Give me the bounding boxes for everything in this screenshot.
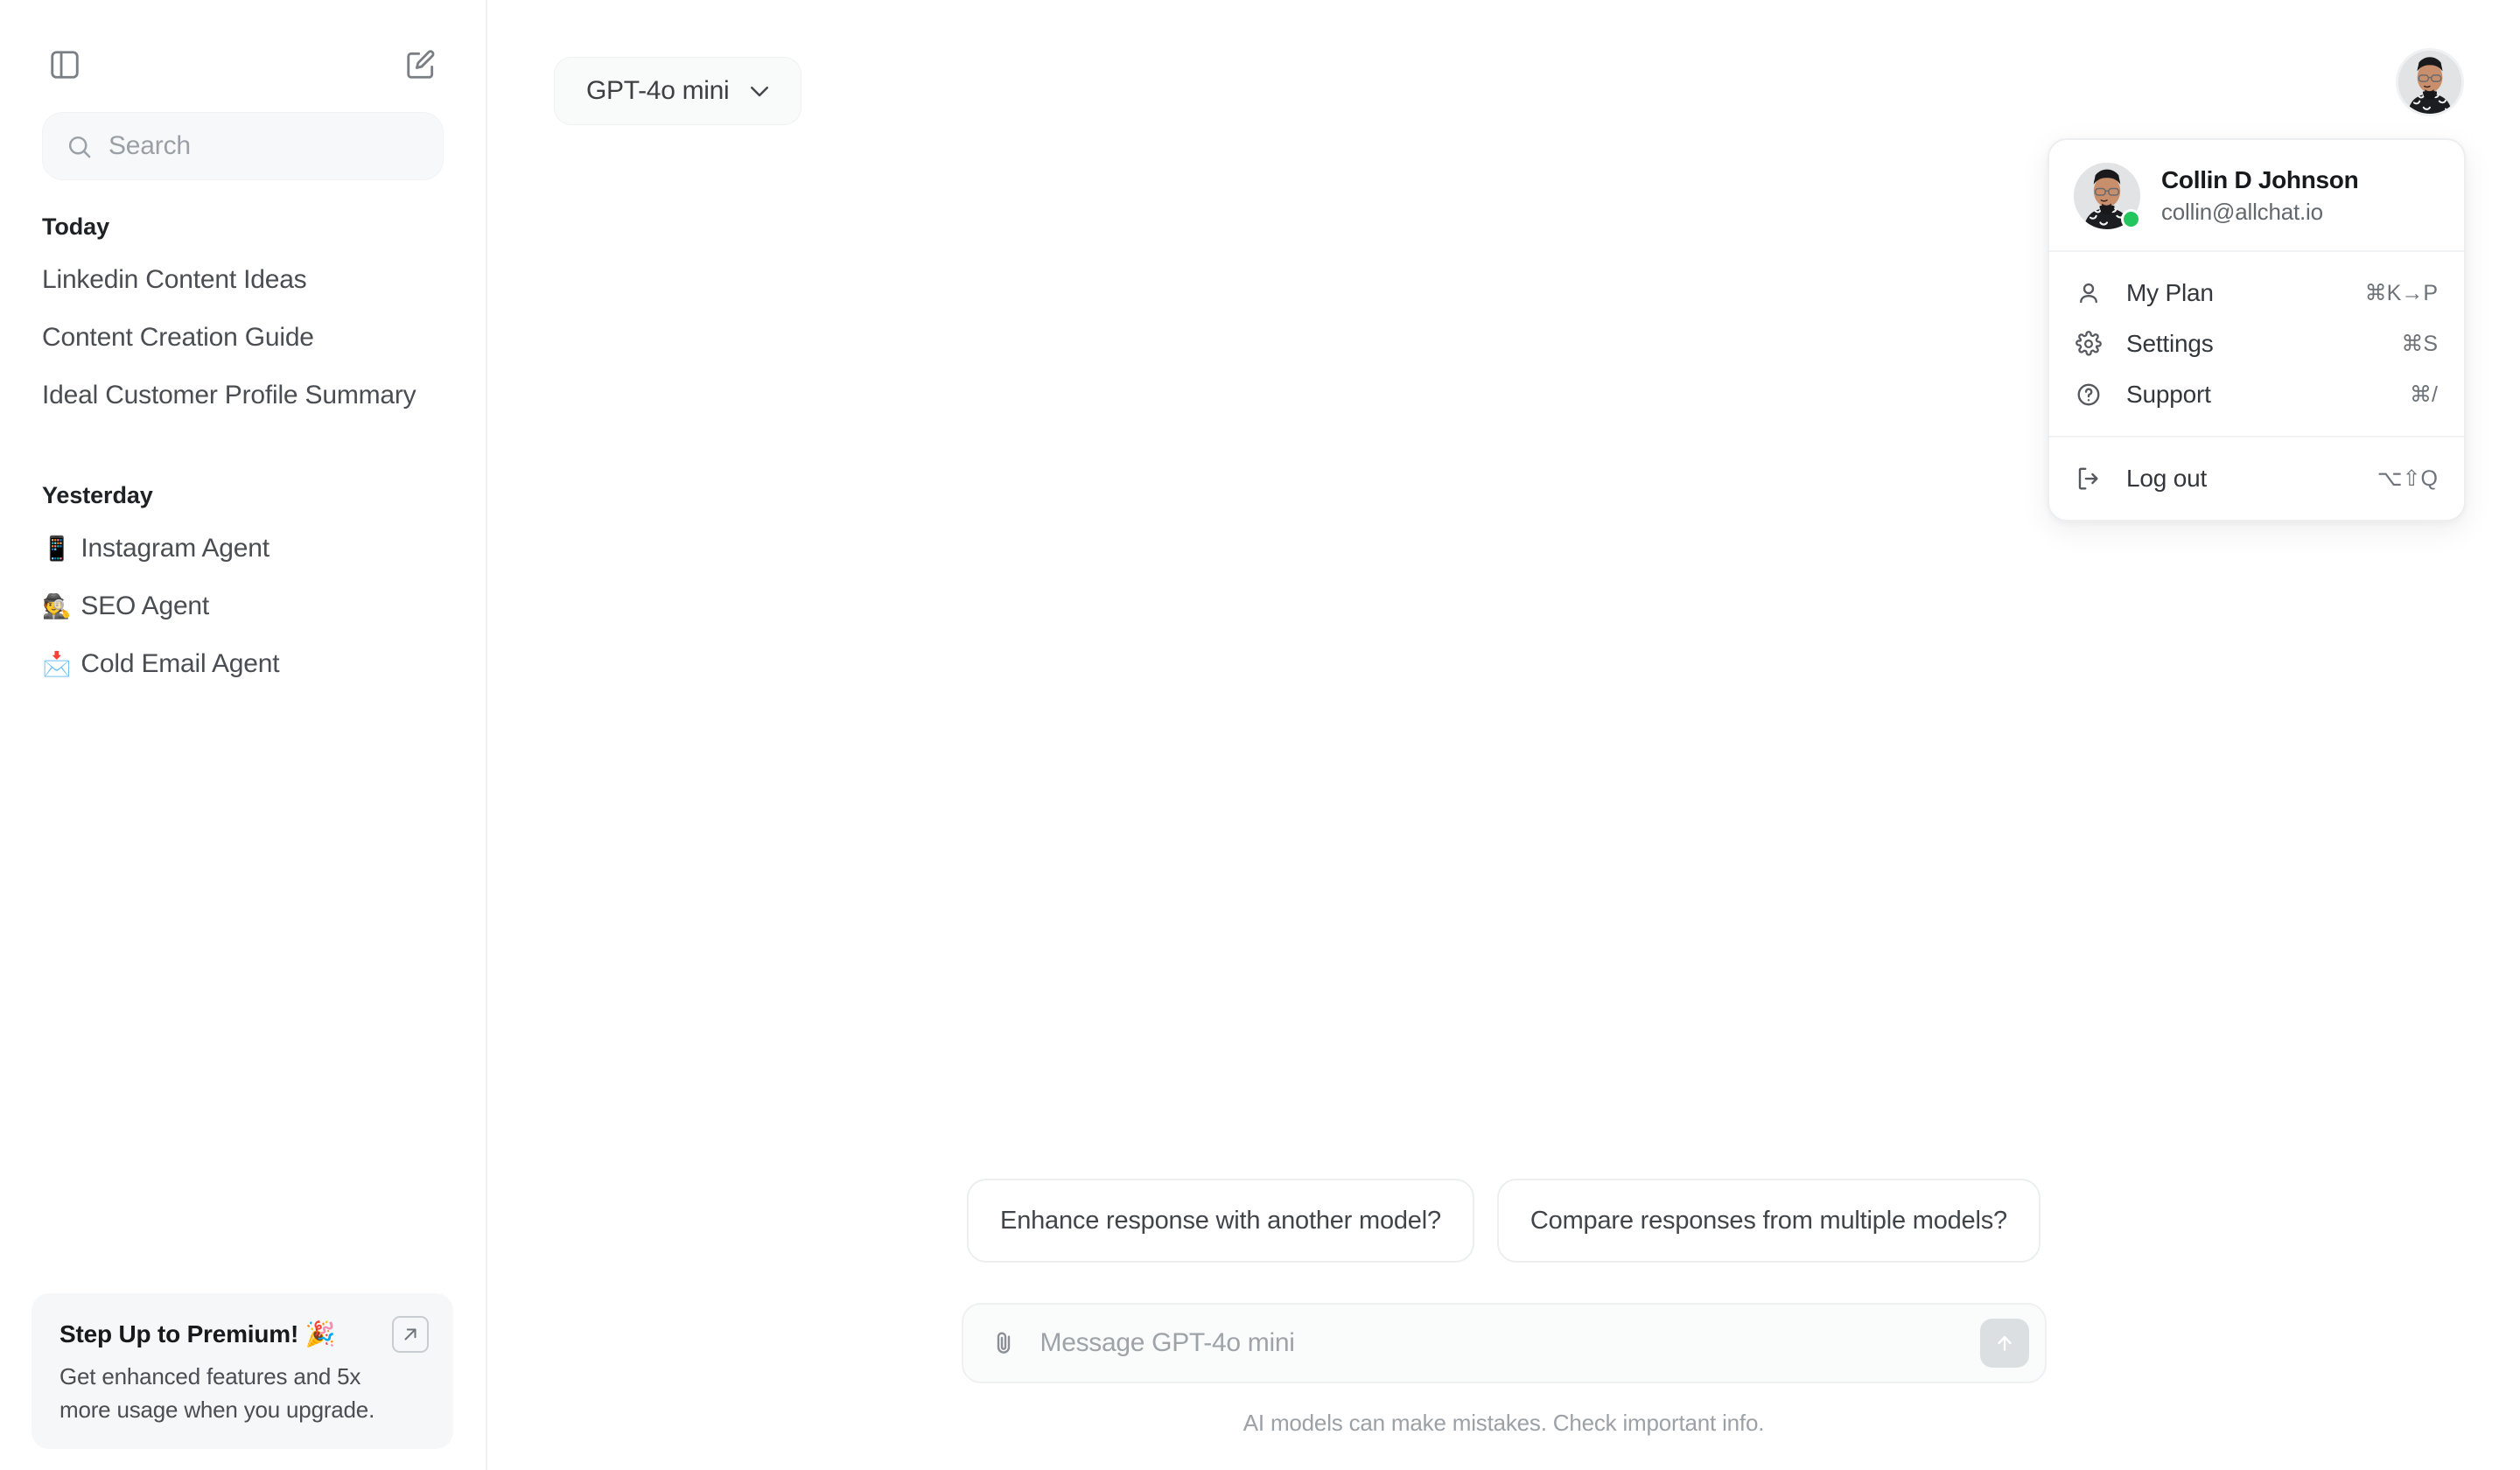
- user-icon: [2076, 280, 2110, 306]
- envelope-emoji-icon: 📩: [42, 650, 72, 677]
- app-root: Today Linkedin Content Ideas Content Cre…: [0, 0, 2520, 1470]
- conversation-title: Linkedin Content Ideas: [42, 265, 307, 294]
- status-badge-online: [2121, 209, 2141, 229]
- menu-item-log-out[interactable]: Log out ⌥⇧Q: [2049, 453, 2464, 504]
- menu-item-shortcut: ⌘K→P: [2364, 281, 2438, 305]
- upgrade-promo-card[interactable]: Step Up to Premium! 🎉 Get enhanced featu…: [32, 1293, 453, 1449]
- list-item[interactable]: 🕵️ SEO Agent: [0, 578, 486, 635]
- detective-emoji-icon: 🕵️: [42, 592, 72, 620]
- model-selector-label: GPT-4o mini: [586, 76, 730, 105]
- message-composer[interactable]: [961, 1303, 2047, 1383]
- suggestion-chip-compare[interactable]: Compare responses from multiple models?: [1496, 1179, 2040, 1263]
- menu-item-shortcut: ⌘/: [2410, 382, 2438, 407]
- list-item[interactable]: 📩 Cold Email Agent: [0, 635, 486, 693]
- question-circle-icon: [2076, 382, 2110, 408]
- promo-subtitle: Get enhanced features and 5x more usage …: [60, 1363, 375, 1423]
- edit-square-icon[interactable]: [398, 42, 444, 88]
- menu-item-label: Log out: [2126, 465, 2208, 492]
- user-menu-section-logout: Log out ⌥⇧Q: [2049, 436, 2464, 520]
- user-email: collin@allchat.io: [2161, 198, 2323, 225]
- paperclip-icon[interactable]: [990, 1329, 1018, 1357]
- nav-group-today: Today Linkedin Content Ideas Content Cre…: [0, 214, 486, 424]
- conversation-title: Content Creation Guide: [42, 323, 314, 352]
- menu-item-label: Settings: [2126, 330, 2214, 357]
- user-menu-section-primary: My Plan ⌘K→P Settings ⌘S Support ⌘/: [2049, 252, 2464, 436]
- user-name: Collin D Johnson: [2161, 166, 2359, 194]
- menu-item-label: Support: [2126, 381, 2211, 408]
- list-item[interactable]: Content Creation Guide: [0, 309, 486, 367]
- composer-area: Enhance response with another model? Com…: [487, 1179, 2520, 1470]
- user-menu-popover: Collin D Johnson collin@allchat.io My Pl…: [2048, 138, 2466, 522]
- suggestion-chip-enhance[interactable]: Enhance response with another model?: [967, 1179, 1474, 1263]
- sidebar: Today Linkedin Content Ideas Content Cre…: [0, 0, 487, 1470]
- send-button[interactable]: [1979, 1319, 2029, 1368]
- chevron-down-icon: [746, 78, 773, 104]
- avatar[interactable]: [2396, 48, 2464, 116]
- ai-disclaimer: AI models can make mistakes. Check impor…: [1242, 1410, 1765, 1436]
- list-item[interactable]: 📱 Instagram Agent: [0, 520, 486, 578]
- message-input[interactable]: [1040, 1328, 1980, 1358]
- conversation-title: Ideal Customer Profile Summary: [42, 381, 416, 410]
- nav-group-label-today: Today: [42, 214, 110, 240]
- logout-icon: [2076, 466, 2110, 492]
- gear-icon: [2076, 331, 2110, 357]
- search-box[interactable]: [42, 112, 444, 180]
- menu-item-shortcut: ⌘S: [2401, 332, 2438, 356]
- menu-item-label: My Plan: [2126, 279, 2214, 306]
- conversation-title: Cold Email Agent: [80, 649, 280, 678]
- sidebar-header: [0, 0, 486, 84]
- user-identity: Collin D Johnson collin@allchat.io: [2161, 164, 2359, 227]
- model-selector[interactable]: GPT-4o mini: [554, 57, 802, 125]
- suggestion-chips: Enhance response with another model? Com…: [967, 1179, 2040, 1263]
- avatar: [2074, 163, 2141, 229]
- conversation-list: Today Linkedin Content Ideas Content Cre…: [0, 214, 486, 693]
- list-item[interactable]: Ideal Customer Profile Summary: [0, 367, 486, 424]
- phone-emoji-icon: 📱: [42, 535, 72, 562]
- menu-item-shortcut: ⌥⇧Q: [2376, 466, 2438, 491]
- promo-title: Step Up to Premium! 🎉: [60, 1320, 336, 1348]
- conversation-title: Instagram Agent: [80, 534, 270, 563]
- list-item[interactable]: Linkedin Content Ideas: [0, 251, 486, 309]
- arrow-up-right-icon[interactable]: [392, 1316, 429, 1353]
- nav-group-label-yesterday: Yesterday: [42, 482, 153, 508]
- avatar-image: [2398, 51, 2461, 114]
- panel-toggle-icon[interactable]: [42, 42, 88, 88]
- user-menu-header: Collin D Johnson collin@allchat.io: [2049, 140, 2464, 252]
- search-input[interactable]: [108, 131, 420, 161]
- menu-item-settings[interactable]: Settings ⌘S: [2049, 318, 2464, 369]
- search-icon: [66, 133, 93, 160]
- menu-item-support[interactable]: Support ⌘/: [2049, 369, 2464, 420]
- menu-item-my-plan[interactable]: My Plan ⌘K→P: [2049, 268, 2464, 318]
- arrow-up-icon: [1993, 1332, 2016, 1354]
- conversation-title: SEO Agent: [80, 592, 210, 620]
- nav-group-yesterday: Yesterday 📱 Instagram Agent 🕵️ SEO Agent…: [0, 482, 486, 693]
